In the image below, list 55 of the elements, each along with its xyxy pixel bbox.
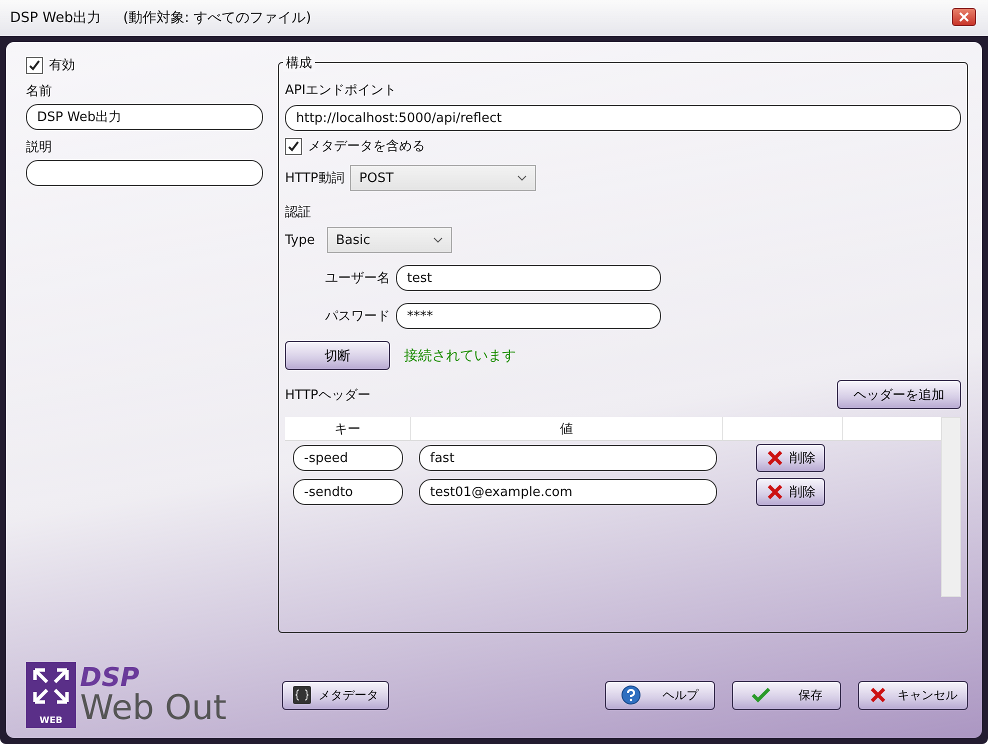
check-icon [287,140,300,152]
type-dropdown[interactable]: Basic [326,227,452,253]
disconnect-button[interactable]: 切断 [285,341,390,370]
caret-icon [432,237,443,243]
enabled-checkbox[interactable] [26,56,43,74]
close-icon [868,686,887,704]
group-title: 構成 [283,54,315,72]
delete-button[interactable]: 削除 [756,478,825,506]
check-icon [28,58,41,72]
braces-icon [292,686,311,704]
key-field[interactable]: -sendto [293,479,403,505]
connection-status: 接続されています [404,346,516,364]
close-icon [959,12,969,22]
window-subtitle: (動作対象: すべてのファイル) [123,9,312,27]
help-icon [620,685,641,705]
close-icon [766,483,784,501]
close-button[interactable] [952,8,976,26]
endpoint-field[interactable]: http://localhost:5000/api/reflect [285,105,961,131]
cancel-button[interactable]: キャンセル [858,680,968,710]
metadata-label: メタデータを含める [308,138,425,155]
description-label: 説明 [26,139,53,156]
verb-dropdown[interactable]: POST [350,165,536,191]
enabled-label: 有効 [49,57,75,74]
type-label: Type [285,232,315,248]
headers-label: HTTPヘッダー [285,386,370,404]
value-field[interactable]: test01@example.com [419,479,717,505]
arrows-icon [31,666,71,706]
auth-label: 認証 [285,204,312,221]
check-icon [750,687,771,703]
username-field[interactable]: test [396,265,661,291]
endpoint-label: APIエンドポイント [285,82,398,99]
column-header: 値 [411,417,723,440]
delete-button[interactable]: 削除 [756,444,825,472]
name-field[interactable]: DSP Web出力 [26,104,263,130]
window-title: DSP Web出力 [10,9,102,27]
close-icon [766,449,784,467]
scrollbar[interactable] [941,417,961,597]
username-label: ユーザー名 [325,270,390,287]
caret-icon [517,175,528,181]
name-label: 名前 [26,83,53,100]
password-field[interactable]: **** [396,303,661,329]
description-field[interactable] [26,160,263,186]
password-label: パスワード [325,308,390,325]
metadata-button[interactable]: メタデータ [282,680,389,710]
logo-label: WEB [40,716,62,726]
logo-text: Web Out [80,691,227,725]
metadata-checkbox[interactable] [285,138,302,154]
logo-text: DSP [80,665,140,691]
verb-label: HTTP動詞 [285,170,344,187]
add-header-button[interactable]: ヘッダーを追加 [837,380,961,409]
column-header: キー [285,417,411,440]
key-field[interactable]: -speed [293,445,403,471]
value-field[interactable]: fast [419,445,717,471]
save-button[interactable]: 保存 [732,680,842,710]
help-button[interactable]: ヘルプ [604,680,715,710]
